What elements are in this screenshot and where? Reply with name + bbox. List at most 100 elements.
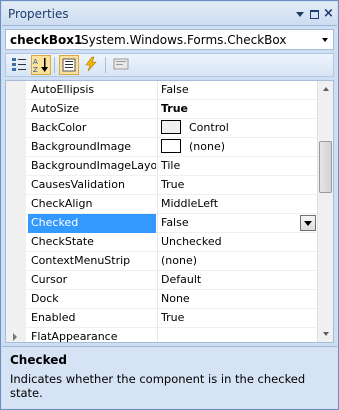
property-name[interactable]: Dock bbox=[28, 290, 156, 309]
row-margin bbox=[6, 252, 26, 271]
column-divider bbox=[157, 290, 158, 309]
property-name[interactable]: FlatAppearance bbox=[28, 328, 156, 342]
window-position-button[interactable] bbox=[293, 8, 306, 21]
lightning-icon bbox=[85, 56, 97, 72]
column-divider bbox=[157, 252, 158, 271]
row-margin bbox=[6, 233, 26, 252]
chevron-down-icon bbox=[304, 221, 312, 226]
vertical-scrollbar[interactable] bbox=[317, 81, 333, 342]
property-name[interactable]: CausesValidation bbox=[28, 176, 156, 195]
object-selector[interactable]: checkBox1 System.Windows.Forms.CheckBox bbox=[5, 29, 334, 50]
toolbar-separator bbox=[54, 57, 55, 73]
title-bar[interactable]: Properties × bbox=[2, 2, 337, 26]
property-value[interactable]: True bbox=[161, 176, 316, 195]
value-dropdown-button[interactable] bbox=[300, 215, 316, 231]
object-type: System.Windows.Forms.CheckBox bbox=[81, 33, 287, 47]
properties-window: Properties × checkBox1 System.Windows.Fo… bbox=[0, 0, 339, 410]
categorized-button[interactable] bbox=[10, 55, 30, 75]
property-row[interactable]: Enabled True bbox=[6, 309, 318, 328]
properties-button[interactable] bbox=[59, 55, 79, 75]
property-name[interactable]: AutoSize bbox=[28, 100, 156, 119]
column-divider bbox=[157, 100, 158, 119]
chevron-up-icon bbox=[323, 87, 329, 91]
property-value[interactable]: True bbox=[161, 100, 316, 119]
property-name[interactable]: AutoEllipsis bbox=[28, 81, 156, 100]
property-value-text: MiddleLeft bbox=[161, 197, 219, 210]
property-value-text: None bbox=[161, 292, 190, 305]
property-row[interactable]: AutoEllipsis False bbox=[6, 81, 318, 100]
property-value[interactable]: False bbox=[161, 81, 316, 100]
column-divider bbox=[157, 81, 158, 100]
row-margin bbox=[6, 119, 26, 138]
property-value-text: False bbox=[161, 83, 189, 96]
property-name[interactable]: BackgroundImage bbox=[28, 138, 156, 157]
property-name[interactable]: Enabled bbox=[28, 309, 156, 328]
property-value[interactable]: (none) bbox=[161, 252, 316, 271]
close-button[interactable]: × bbox=[322, 7, 335, 20]
toolbar-separator bbox=[105, 57, 106, 73]
property-value[interactable]: MiddleLeft bbox=[161, 195, 316, 214]
chevron-down-icon[interactable] bbox=[322, 38, 328, 42]
row-margin bbox=[6, 157, 26, 176]
row-margin bbox=[6, 328, 26, 342]
events-button[interactable] bbox=[82, 55, 102, 75]
row-margin bbox=[6, 214, 26, 233]
svg-text:A: A bbox=[33, 58, 38, 66]
property-value[interactable]: True bbox=[161, 309, 316, 328]
column-divider bbox=[157, 195, 158, 214]
property-value[interactable]: Control bbox=[161, 119, 316, 138]
property-row[interactable]: CheckAlign MiddleLeft bbox=[6, 195, 318, 214]
alphabetical-button[interactable]: A Z bbox=[31, 55, 51, 75]
property-row[interactable]: AutoSize True bbox=[6, 100, 318, 119]
row-margin bbox=[6, 176, 26, 195]
description-title: Checked bbox=[10, 353, 67, 367]
property-value-text: False bbox=[161, 216, 189, 229]
categorized-icon bbox=[12, 58, 26, 71]
property-row[interactable]: BackgroundImageLayout Tile bbox=[6, 157, 318, 176]
dropdown-arrow-icon bbox=[295, 12, 304, 17]
column-divider bbox=[157, 328, 158, 342]
property-row[interactable]: BackgroundImage (none) bbox=[6, 138, 318, 157]
property-name[interactable]: Cursor bbox=[28, 271, 156, 290]
row-margin bbox=[6, 309, 26, 328]
property-name[interactable]: ContextMenuStrip bbox=[28, 252, 156, 271]
property-value[interactable] bbox=[161, 328, 316, 342]
property-pages-icon bbox=[113, 58, 129, 70]
property-row[interactable]: ContextMenuStrip (none) bbox=[6, 252, 318, 271]
property-name[interactable]: BackColor bbox=[28, 119, 156, 138]
property-value-text: Unchecked bbox=[161, 235, 222, 248]
window-icon bbox=[310, 10, 319, 19]
color-swatch bbox=[161, 120, 181, 134]
property-name[interactable]: CheckState bbox=[28, 233, 156, 252]
expand-arrow-icon[interactable] bbox=[13, 333, 17, 341]
property-value[interactable]: Default bbox=[161, 271, 316, 290]
property-value[interactable]: False bbox=[161, 214, 316, 233]
auto-hide-button[interactable] bbox=[308, 8, 321, 21]
property-row[interactable]: FlatAppearance bbox=[6, 328, 318, 342]
property-row[interactable]: Checked False bbox=[6, 214, 318, 233]
property-value-text: Tile bbox=[161, 159, 181, 172]
property-name[interactable]: Checked bbox=[28, 214, 156, 233]
property-row[interactable]: CausesValidation True bbox=[6, 176, 318, 195]
object-name: checkBox1 bbox=[10, 33, 83, 47]
property-value[interactable]: (none) bbox=[161, 138, 316, 157]
color-swatch bbox=[161, 139, 181, 153]
property-row[interactable]: BackColor Control bbox=[6, 119, 318, 138]
property-name[interactable]: BackgroundImageLayout bbox=[28, 157, 156, 176]
property-row[interactable]: Cursor Default bbox=[6, 271, 318, 290]
scroll-thumb[interactable] bbox=[319, 141, 332, 193]
property-value[interactable]: None bbox=[161, 290, 316, 309]
property-value[interactable]: Tile bbox=[161, 157, 316, 176]
scroll-down-button[interactable] bbox=[318, 326, 333, 342]
scroll-up-button[interactable] bbox=[318, 81, 333, 97]
property-value[interactable]: Unchecked bbox=[161, 233, 316, 252]
property-name[interactable]: CheckAlign bbox=[28, 195, 156, 214]
property-row[interactable]: CheckState Unchecked bbox=[6, 233, 318, 252]
column-divider bbox=[157, 271, 158, 290]
row-margin bbox=[6, 290, 26, 309]
property-row[interactable]: Dock None bbox=[6, 290, 318, 309]
property-value-text: Control bbox=[189, 121, 229, 134]
property-value-text: True bbox=[161, 102, 189, 115]
property-grid: AutoEllipsis False AutoSize True BackColor Co… bbox=[5, 80, 334, 343]
property-pages-button[interactable] bbox=[112, 55, 132, 75]
